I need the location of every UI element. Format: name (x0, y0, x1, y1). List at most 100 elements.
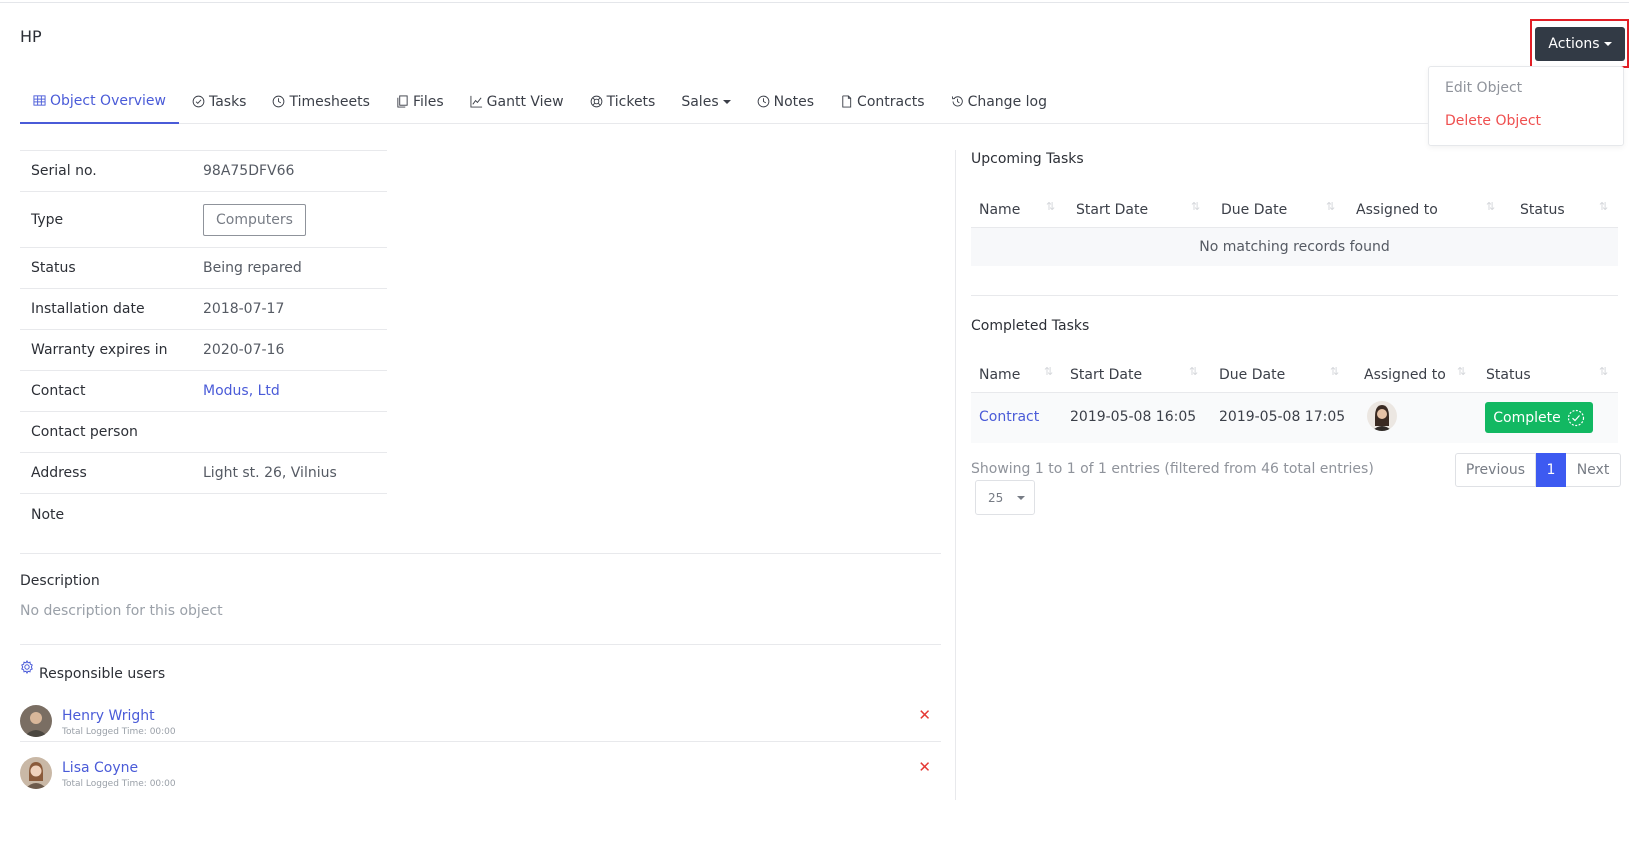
page-size-select[interactable]: 25 (975, 480, 1035, 515)
history-icon (951, 96, 963, 107)
tab-object-overview[interactable]: Object Overview (20, 86, 179, 124)
detail-label: Status (31, 260, 76, 276)
divider (20, 741, 941, 742)
column-header-assigned-to[interactable]: Assigned to (1364, 367, 1446, 383)
tab-label: Sales (681, 93, 719, 110)
detail-row-contact-person: Contact person (20, 412, 387, 453)
sort-icon: ⇅ (1599, 365, 1608, 378)
tab-label: Tickets (606, 93, 656, 110)
column-header-assigned-to[interactable]: Assigned to (1356, 202, 1438, 218)
no-records-row: No matching records found (971, 228, 1618, 266)
actions-button[interactable]: Actions (1535, 27, 1625, 61)
completed-tasks-header: Name ⇅ Start Date ⇅ Due Date ⇅ Assigned … (971, 355, 1618, 393)
user-logged-time: Total Logged Time: 00:00 (62, 779, 176, 789)
tab-timesheets[interactable]: Timesheets (259, 86, 382, 124)
description-title: Description (20, 573, 100, 589)
column-header-start-date[interactable]: Start Date (1070, 367, 1142, 383)
tab-label: Files (412, 93, 444, 110)
user-name-link[interactable]: Henry Wright (62, 708, 155, 724)
chevron-down-icon (1017, 495, 1026, 500)
detail-row-warranty: Warranty expires in 2020-07-16 (20, 330, 387, 371)
sort-icon: ⇅ (1191, 200, 1200, 213)
responsible-user: Henry Wright Total Logged Time: 00:00 ✕ (20, 705, 941, 751)
complete-status-button[interactable]: Complete (1485, 402, 1593, 433)
complete-label: Complete (1493, 409, 1561, 426)
user-logged-time: Total Logged Time: 00:00 (62, 727, 176, 737)
page-title: HP (20, 27, 42, 46)
avatar (1367, 401, 1397, 431)
sort-icon: ⇅ (1326, 200, 1335, 213)
divider (971, 295, 1618, 296)
tab-label: Gantt View (486, 93, 564, 110)
column-header-status[interactable]: Status (1520, 202, 1565, 218)
tab-change-log[interactable]: Change log (938, 86, 1060, 124)
table-icon (33, 95, 46, 106)
tab-files[interactable]: Files (383, 86, 457, 124)
chevron-down-icon (722, 99, 731, 104)
column-header-status[interactable]: Status (1486, 367, 1531, 383)
detail-value: 2018-07-17 (203, 301, 285, 317)
detail-label: Type (31, 211, 64, 228)
remove-user-icon[interactable]: ✕ (918, 706, 931, 724)
user-name-link[interactable]: Lisa Coyne (62, 760, 138, 776)
tab-label: Contracts (857, 93, 925, 110)
tab-gantt-view[interactable]: Gantt View (457, 86, 577, 124)
avatar (20, 757, 52, 789)
previous-page-button[interactable]: Previous (1455, 453, 1536, 487)
upcoming-tasks-title: Upcoming Tasks (971, 151, 1084, 167)
chart-line-icon (470, 95, 482, 108)
detail-row-installation: Installation date 2018-07-17 (20, 289, 387, 330)
detail-value: Light st. 26, Vilnius (203, 465, 337, 481)
detail-row-contact: Contact Modus, Ltd (20, 371, 387, 412)
sort-icon: ⇅ (1046, 200, 1055, 213)
column-divider (955, 150, 956, 800)
tab-sales[interactable]: Sales (668, 86, 743, 124)
type-tag: Computers (203, 203, 306, 236)
column-header-name[interactable]: Name (979, 367, 1020, 383)
tab-contracts[interactable]: Contracts (827, 86, 938, 124)
contact-link[interactable]: Modus, Ltd (203, 383, 280, 399)
object-tabs: Object Overview Tasks Timesheets Files G… (20, 86, 1428, 124)
detail-label: Contact person (31, 424, 138, 440)
sort-icon: ⇅ (1599, 200, 1608, 213)
detail-row-address: Address Light st. 26, Vilnius (20, 453, 387, 494)
column-header-due-date[interactable]: Due Date (1219, 367, 1285, 383)
edit-object-menu-item[interactable]: Edit Object (1445, 80, 1522, 96)
column-header-name[interactable]: Name (979, 202, 1020, 218)
task-due-date: 2019-05-08 17:05 (1219, 409, 1346, 425)
delete-object-menu-item[interactable]: Delete Object (1445, 113, 1541, 129)
column-header-due-date[interactable]: Due Date (1221, 202, 1287, 218)
detail-value: 2020-07-16 (203, 342, 285, 358)
detail-row-serial: Serial no. 98A75DFV66 (20, 151, 387, 192)
next-page-button[interactable]: Next (1566, 453, 1621, 487)
sort-icon: ⇅ (1330, 365, 1339, 378)
actions-button-label: Actions (1548, 36, 1600, 52)
table-info-text: Showing 1 to 1 of 1 entries (filtered fr… (971, 461, 1374, 477)
tab-label: Timesheets (289, 93, 370, 110)
life-ring-icon (590, 95, 602, 108)
detail-label: Contact (31, 383, 86, 399)
page-1-button[interactable]: 1 (1536, 453, 1566, 487)
detail-label: Warranty expires in (31, 342, 168, 358)
sort-icon: ⇅ (1044, 365, 1053, 378)
tab-tasks[interactable]: Tasks (179, 86, 260, 124)
tab-notes[interactable]: Notes (744, 86, 827, 124)
top-divider (0, 2, 1629, 3)
pagination: Previous 1 Next (1455, 453, 1621, 487)
detail-value: 98A75DFV66 (203, 163, 295, 179)
column-header-start-date[interactable]: Start Date (1076, 202, 1148, 218)
remove-user-icon[interactable]: ✕ (918, 758, 931, 776)
table-row: Contract 2019-05-08 16:05 2019-05-08 17:… (971, 393, 1618, 443)
detail-row-type: Type Computers (20, 192, 387, 248)
task-name-link[interactable]: Contract (979, 409, 1039, 425)
detail-label: Note (31, 506, 65, 523)
sort-icon: ⇅ (1486, 200, 1495, 213)
detail-value: Being repared (203, 260, 302, 276)
tab-tickets[interactable]: Tickets (577, 86, 669, 124)
check-circle-icon (1567, 409, 1584, 426)
tab-label: Tasks (208, 93, 247, 110)
upcoming-tasks-header: Name ⇅ Start Date ⇅ Due Date ⇅ Assigned … (971, 190, 1618, 228)
page-size-value: 25 (988, 490, 1004, 505)
divider (20, 553, 941, 554)
responsible-user: Lisa Coyne Total Logged Time: 00:00 ✕ (20, 757, 941, 803)
